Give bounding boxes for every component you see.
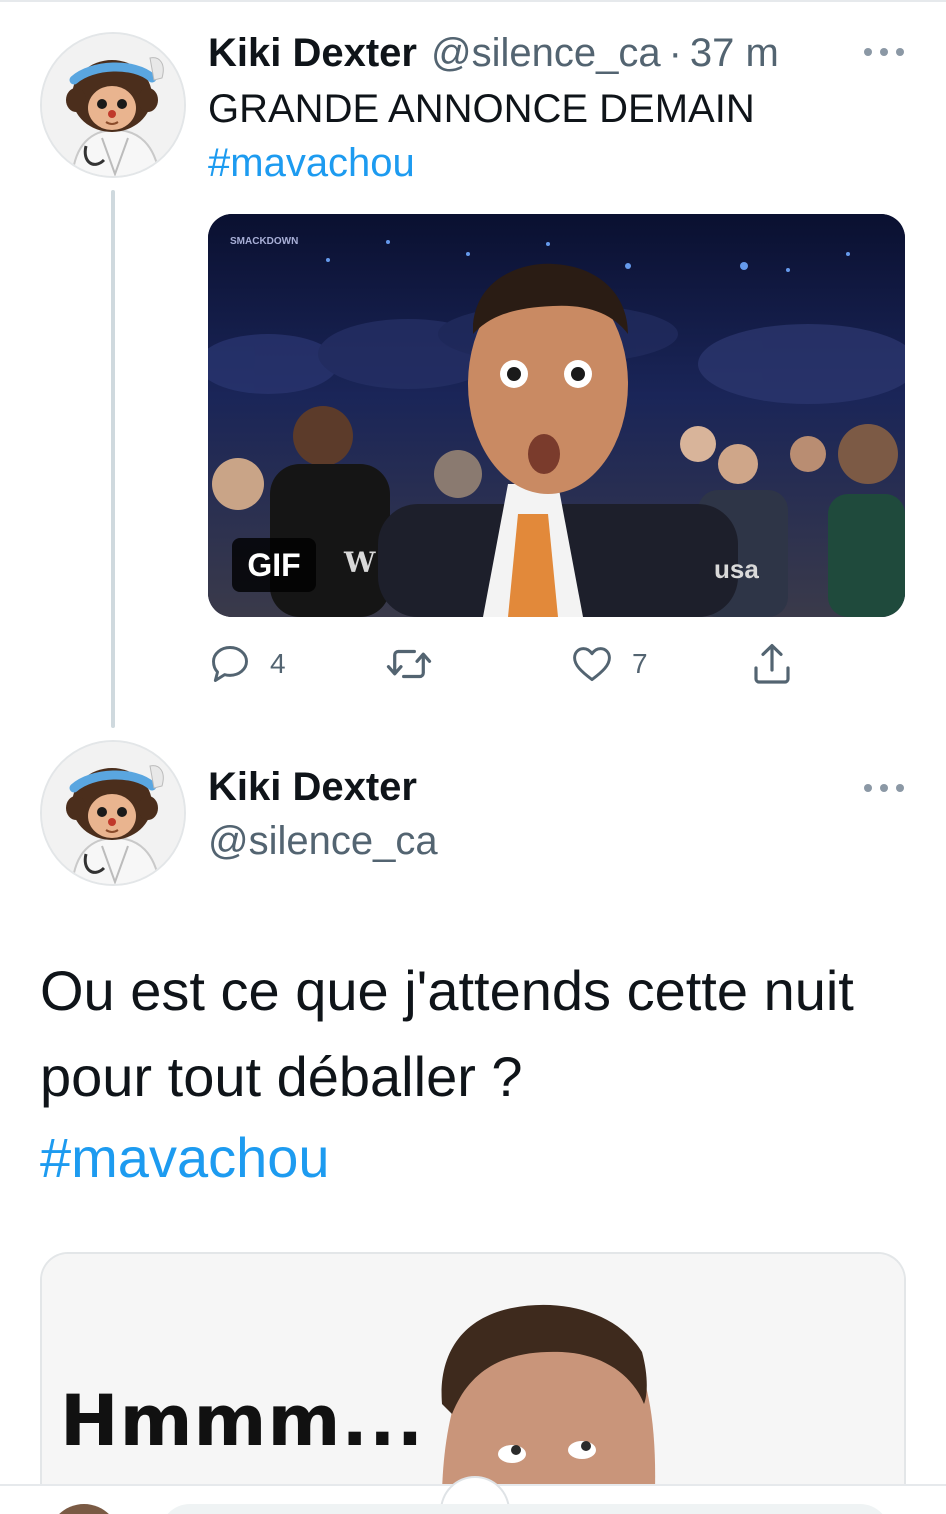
hashtag-link[interactable]: #mavachou: [40, 1120, 330, 1196]
author-avatar[interactable]: [40, 32, 186, 178]
reply-button[interactable]: 4: [208, 638, 286, 690]
thread-connector-line: [111, 190, 115, 728]
author-avatar[interactable]: [40, 740, 186, 886]
brand-logo: W: [344, 546, 376, 579]
monchhichi-avatar-image: [42, 742, 184, 884]
tweet-timestamp[interactable]: 37 m: [690, 31, 779, 76]
monchhichi-avatar-image: [42, 34, 184, 176]
author-name[interactable]: Kiki Dexter: [208, 762, 417, 812]
gif-badge: GIF: [232, 538, 316, 592]
gif-media[interactable]: Hmmm...: [40, 1252, 906, 1514]
retweet-arrows-icon: [386, 649, 432, 679]
reply-compose-bar: [0, 1476, 946, 1514]
more-options-icon[interactable]: [864, 782, 904, 794]
retweet-button[interactable]: [384, 638, 452, 690]
gif-overlay-text: Hmmm...: [60, 1380, 425, 1462]
more-options-icon[interactable]: [864, 46, 904, 58]
share-upload-icon: [754, 644, 790, 684]
tweet-header: Kiki Dexter @silence_ca · 37 m: [208, 28, 779, 78]
tweet-text: Ou est ce que j'attends cette nuit pour …: [40, 959, 854, 1108]
like-button[interactable]: 7: [570, 638, 648, 690]
header-separator: ·: [668, 30, 682, 75]
like-count: 7: [632, 648, 648, 679]
author-handle[interactable]: @silence_ca: [431, 31, 661, 76]
tweet-text: GRANDE ANNONCE DEMAIN: [208, 87, 755, 131]
heart-outline-icon: [573, 647, 611, 682]
current-user-avatar[interactable]: [48, 1504, 120, 1514]
reply-bubble-icon: [212, 646, 248, 682]
gif-media[interactable]: GIF SMACKDOWN W usa: [208, 214, 905, 617]
share-button[interactable]: [748, 638, 796, 690]
top-divider: [0, 0, 946, 2]
network-logo: usa: [714, 554, 759, 584]
corner-logo: SMACKDOWN: [230, 236, 299, 247]
reply-input[interactable]: [160, 1504, 890, 1514]
author-name[interactable]: Kiki Dexter: [208, 31, 417, 76]
hashtag-link[interactable]: #mavachou: [208, 138, 415, 188]
author-handle[interactable]: @silence_ca: [208, 816, 438, 866]
reply-count: 4: [270, 648, 286, 679]
